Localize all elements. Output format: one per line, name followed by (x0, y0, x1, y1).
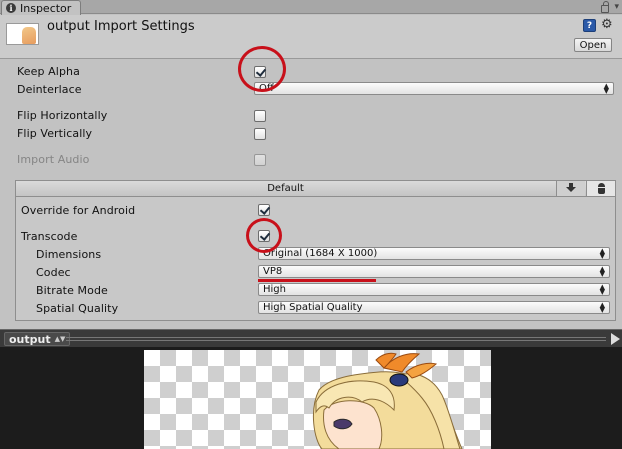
deinterlace-dropdown[interactable]: Off ▲ ▼ (254, 82, 614, 95)
download-icon (566, 183, 576, 194)
tab-inspector-label: Inspector (20, 1, 72, 15)
spatial-quality-value: High Spatial Quality (263, 302, 363, 313)
annotation-circle-keep-alpha (238, 46, 286, 92)
override-android-checkbox[interactable] (258, 204, 270, 216)
dimensions-label: Dimensions (36, 248, 102, 261)
preview-drag-handle[interactable] (66, 337, 606, 341)
dimensions-value: Original (1684 X 1000) (263, 248, 378, 259)
preview-asset-label: output (9, 332, 51, 346)
flip-vertically-label: Flip Vertically (17, 127, 93, 140)
codec-label: Codec (36, 266, 71, 279)
preview-area (0, 347, 622, 449)
chevron-updown-icon: ▲▼ (603, 81, 609, 95)
asset-thumbnail (6, 23, 39, 45)
transcode-label: Transcode (21, 230, 78, 243)
import-audio-label: Import Audio (17, 153, 90, 166)
lock-icon[interactable] (601, 1, 610, 13)
tab-menu-icon[interactable]: ▾ (614, 2, 619, 12)
play-icon[interactable] (611, 333, 620, 345)
codec-value: VP8 (263, 266, 283, 277)
spatial-quality-label: Spatial Quality (36, 302, 119, 315)
tab-default[interactable]: Default (16, 181, 555, 196)
flip-horizontally-label: Flip Horizontally (17, 109, 108, 122)
bitrate-mode-value: High (263, 284, 286, 295)
inspector-header: output Import Settings ? ⚙ Open (0, 15, 622, 59)
chevron-updown-icon: ▲▼ (599, 246, 605, 260)
annotation-underline-codec (258, 279, 376, 282)
tab-android[interactable] (586, 181, 615, 196)
chevron-updown-icon: ▲▼ (599, 282, 605, 296)
info-icon: i (6, 3, 16, 13)
dimensions-dropdown[interactable]: Original (1684 X 1000) ▲ ▼ (258, 247, 610, 260)
tab-standalone[interactable] (556, 181, 585, 196)
annotation-circle-transcode (246, 218, 282, 253)
spatial-quality-dropdown[interactable]: High Spatial Quality ▲ ▼ (258, 301, 610, 314)
preview-image (144, 350, 491, 449)
anime-character-image (313, 352, 463, 449)
platform-tabs: Default (16, 181, 615, 197)
flip-vertically-checkbox[interactable] (254, 128, 266, 140)
chevron-updown-icon: ▲▼ (599, 264, 605, 278)
codec-dropdown[interactable]: VP8 ▲ ▼ (258, 265, 610, 278)
chevron-updown-icon: ▲▼ (54, 335, 66, 343)
bitrate-mode-dropdown[interactable]: High ▲ ▼ (258, 283, 610, 296)
flip-horizontally-checkbox[interactable] (254, 110, 266, 122)
import-audio-checkbox (254, 154, 266, 166)
preview-header: output ▲▼ (0, 329, 622, 347)
bitrate-mode-label: Bitrate Mode (36, 284, 108, 297)
android-icon (597, 183, 606, 194)
gear-icon[interactable]: ⚙ (601, 17, 613, 32)
help-icon[interactable]: ? (583, 19, 596, 32)
page-title: output Import Settings (47, 19, 195, 34)
tab-bar: i Inspector ▾ (0, 0, 622, 15)
override-android-label: Override for Android (21, 204, 136, 217)
deinterlace-label: Deinterlace (17, 83, 82, 96)
open-button[interactable]: Open (574, 38, 612, 52)
preview-asset-select[interactable]: output ▲▼ (4, 332, 71, 346)
keep-alpha-label: Keep Alpha (17, 65, 80, 78)
tab-inspector[interactable]: i Inspector (1, 0, 81, 15)
chevron-updown-icon: ▲▼ (599, 300, 605, 314)
